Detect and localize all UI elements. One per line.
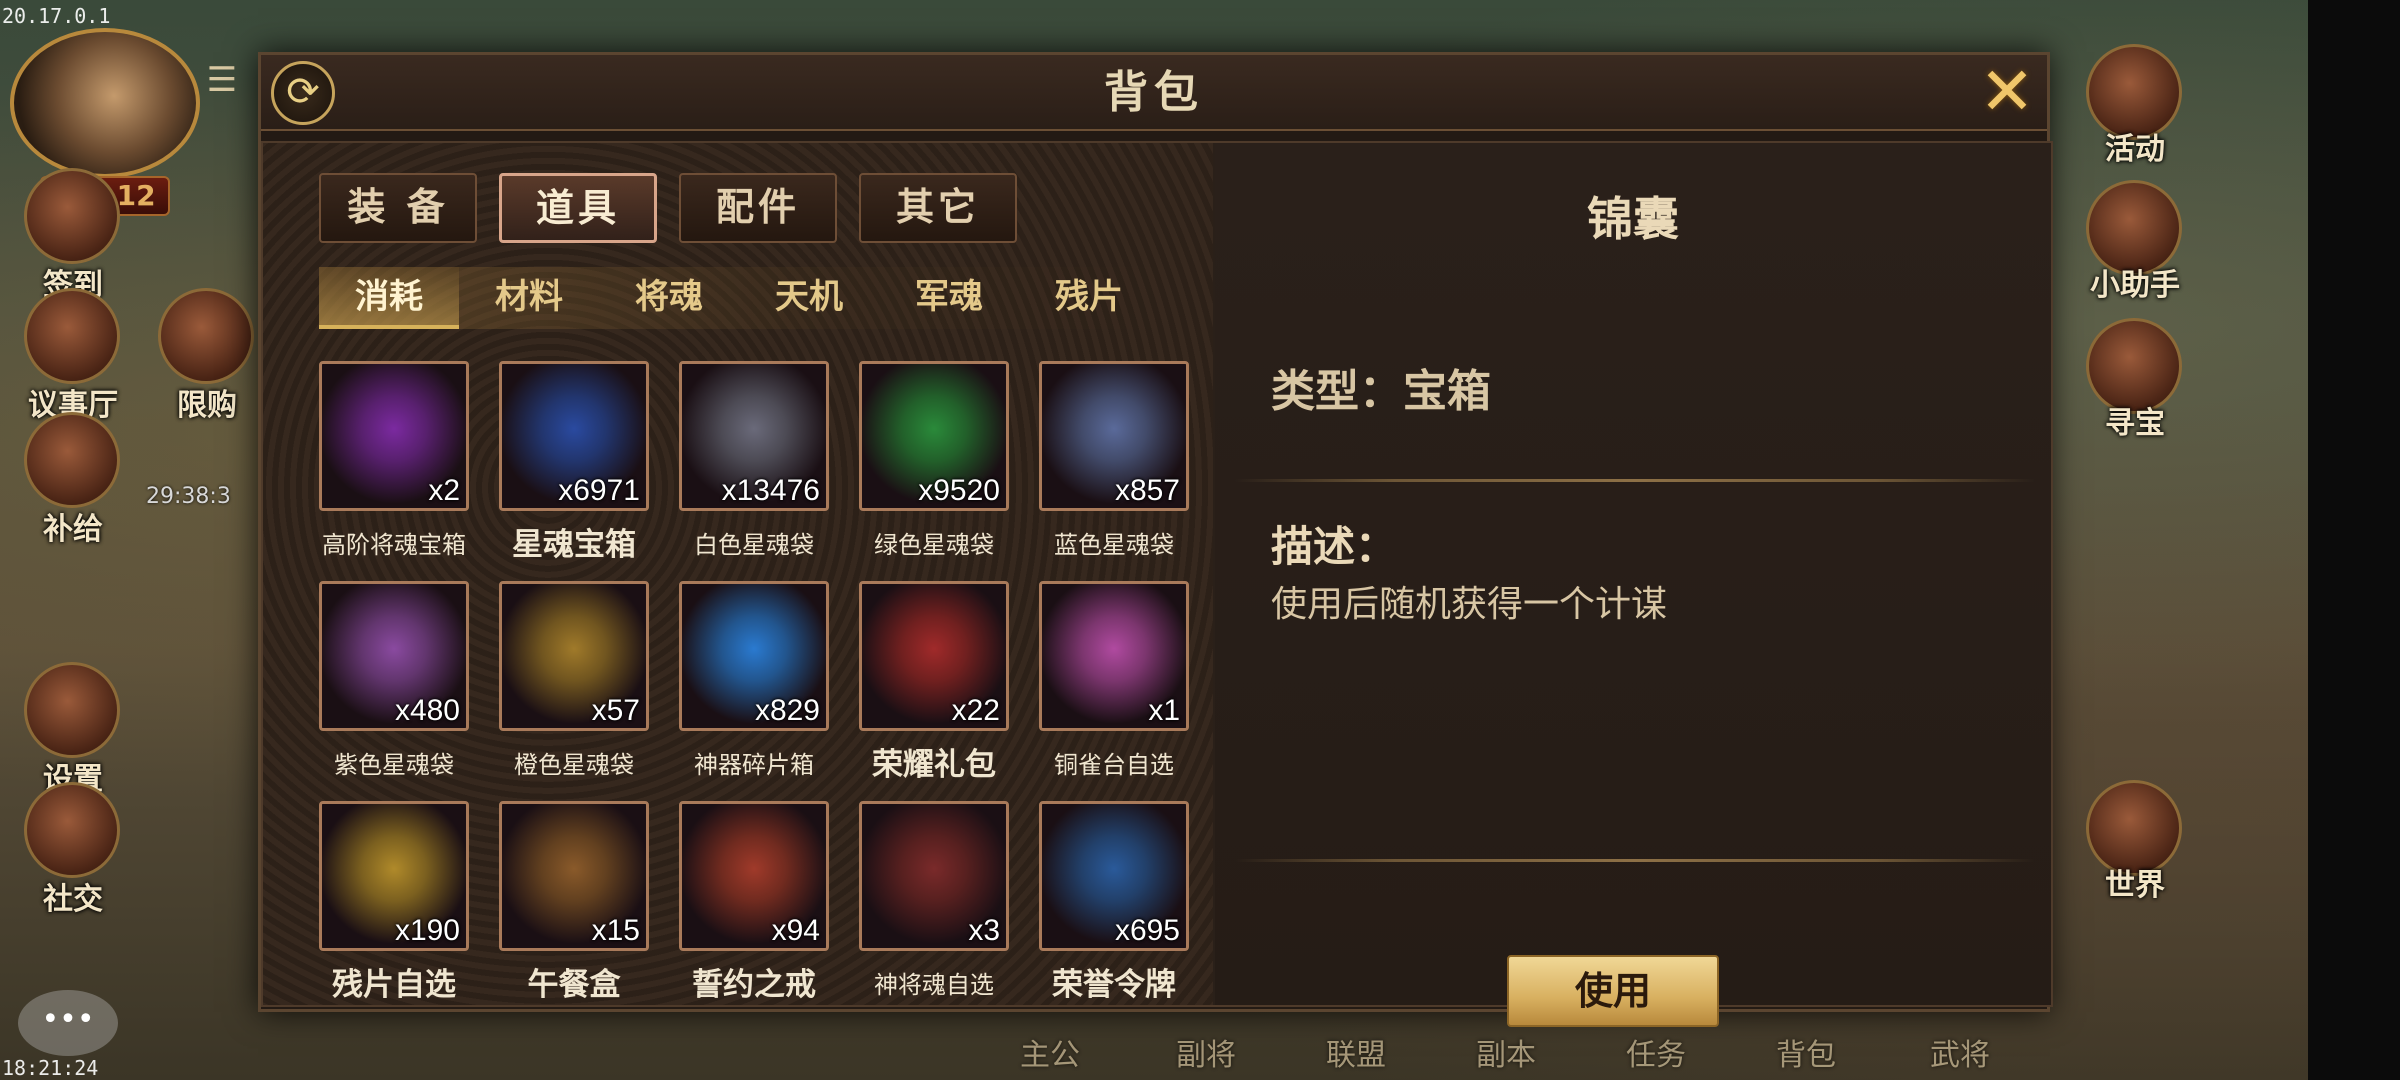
main-tab[interactable]: 其它: [859, 173, 1017, 243]
dialog-body: 装 备道具 配件 其它 消耗 材料 将魂 天机 军魂 残片 x2 高阶将魂宝箱 x6971 星魂宝箱…: [261, 141, 2053, 1027]
council-hall-icon[interactable]: [24, 288, 120, 384]
events-label: 活动: [2105, 132, 2165, 167]
bottom-nav-item[interactable]: 任务: [1626, 1030, 1686, 1074]
sub-tab[interactable]: 军魂: [879, 267, 1019, 329]
item-name: 蓝色星魂袋: [1054, 531, 1174, 559]
social-label: 社交: [43, 882, 103, 917]
item-count: x857: [1114, 474, 1180, 507]
divider: [1235, 859, 2035, 862]
bottom-nav-item[interactable]: 联盟: [1326, 1030, 1386, 1074]
item-count: x480: [394, 694, 460, 727]
refresh-icon[interactable]: ⟳: [271, 61, 335, 125]
bottom-nav-item[interactable]: 副本: [1476, 1030, 1536, 1074]
inventory-item[interactable]: x1: [1039, 581, 1189, 731]
inventory-item[interactable]: x3: [859, 801, 1009, 951]
main-tab[interactable]: 装 备: [319, 173, 477, 243]
item-name: 誓约之戒: [692, 967, 816, 1003]
item-name: 神将魂自选: [874, 971, 994, 999]
description-text: 使用后随机获得一个计谋: [1271, 584, 1668, 625]
limited-timer: 29:38:3: [146, 484, 231, 509]
inventory-pane: 装 备道具 配件 其它 消耗 材料 将魂 天机 军魂 残片 x2 高阶将魂宝箱 x6971 星魂宝箱…: [263, 143, 1213, 1005]
item-type: 类型：宝箱: [1271, 366, 1491, 417]
bottom-nav-item[interactable]: 背包: [1776, 1030, 1836, 1074]
screen-edge: [2308, 0, 2400, 1080]
dialog-title: 背包: [1104, 67, 1204, 118]
item-name: 紫色星魂袋: [334, 751, 454, 779]
item-count: x1: [1148, 694, 1180, 727]
main-tab[interactable]: 配件: [679, 173, 837, 243]
item-name: 高阶将魂宝箱: [322, 531, 466, 559]
item-name: 橙色星魂袋: [514, 751, 634, 779]
social-icon[interactable]: [24, 782, 120, 878]
settings-icon[interactable]: [24, 662, 120, 758]
use-button[interactable]: 使用: [1507, 955, 1719, 1027]
item-count: x6971: [558, 474, 640, 507]
inventory-item[interactable]: x15: [499, 801, 649, 951]
item-count: x2: [428, 474, 460, 507]
item-name: 星魂宝箱: [512, 527, 636, 563]
bottom-nav-item[interactable]: 武将: [1930, 1030, 1990, 1074]
inventory-item[interactable]: x480: [319, 581, 469, 731]
bottom-nav-item[interactable]: 主公: [1020, 1030, 1080, 1074]
supply-label: 补给: [43, 512, 103, 547]
clock-text: 18:21:24: [2, 1056, 99, 1080]
item-count: x9520: [918, 474, 1000, 507]
backpack-dialog: 背包 ⟳ ✕ 装 备道具 配件 其它 消耗 材料 将魂 天机 军魂 残片 x2 高阶将魂宝箱 x6…: [258, 52, 2053, 1027]
item-detail-title: 锦囊: [1587, 192, 1679, 246]
bottom-nav-item[interactable]: 副将: [1176, 1030, 1236, 1074]
item-count: x695: [1114, 914, 1180, 947]
inventory-item[interactable]: x57: [499, 581, 649, 731]
inventory-item[interactable]: x2: [319, 361, 469, 511]
item-count: x13476: [721, 474, 820, 507]
item-count: x22: [951, 694, 1000, 727]
item-name: 残片自选: [332, 967, 456, 1003]
sub-tab[interactable]: 材料: [459, 267, 599, 329]
item-count: x94: [771, 914, 820, 947]
item-count: x3: [968, 914, 1000, 947]
limited-purchase-icon[interactable]: [158, 288, 254, 384]
sub-tab[interactable]: 残片: [1019, 267, 1159, 329]
item-count: x829: [754, 694, 820, 727]
supply-icon[interactable]: [24, 412, 120, 508]
close-icon[interactable]: ✕: [1971, 57, 2043, 129]
version-text: 20.17.0.1: [2, 4, 111, 28]
inventory-item[interactable]: x695: [1039, 801, 1189, 951]
item-detail-pane: 锦囊 类型：宝箱 描述： 使用后随机获得一个计谋 使用: [1215, 143, 2051, 1027]
item-name: 铜雀台自选: [1054, 751, 1174, 779]
sub-tab[interactable]: 天机: [739, 267, 879, 329]
item-count: x15: [591, 914, 640, 947]
menu-icon[interactable]: ☰: [192, 58, 252, 104]
chat-icon[interactable]: •••: [18, 990, 118, 1056]
assistant-label: 小助手: [2090, 268, 2180, 303]
treasure-hunt-label: 寻宝: [2105, 406, 2165, 441]
main-tab[interactable]: 道具: [499, 173, 657, 243]
item-count: x57: [591, 694, 640, 727]
limited-purchase-label: 限购: [177, 388, 237, 423]
divider: [1235, 479, 2035, 482]
inventory-item[interactable]: x857: [1039, 361, 1189, 511]
sign-in-icon[interactable]: [24, 168, 120, 264]
sub-tab[interactable]: 消耗: [319, 267, 459, 329]
inventory-item[interactable]: x9520: [859, 361, 1009, 511]
item-name: 午餐盒: [527, 967, 621, 1003]
item-name: 荣誉令牌: [1052, 967, 1176, 1003]
description-label: 描述：: [1271, 522, 1398, 571]
inventory-item[interactable]: x6971: [499, 361, 649, 511]
player-avatar[interactable]: [10, 28, 200, 178]
inventory-item[interactable]: x94: [679, 801, 829, 951]
sub-tab-bar: 消耗 材料 将魂 天机 军魂 残片: [319, 267, 1169, 329]
item-count: x190: [394, 914, 460, 947]
inventory-item[interactable]: x190: [319, 801, 469, 951]
inventory-item[interactable]: x829: [679, 581, 829, 731]
item-name: 荣耀礼包: [872, 747, 996, 783]
world-label: 世界: [2105, 868, 2165, 903]
item-name: 神器碎片箱: [694, 751, 814, 779]
item-name: 白色星魂袋: [694, 531, 814, 559]
sub-tab[interactable]: 将魂: [599, 267, 739, 329]
inventory-item[interactable]: x13476: [679, 361, 829, 511]
inventory-item[interactable]: x22: [859, 581, 1009, 731]
item-name: 绿色星魂袋: [874, 531, 994, 559]
